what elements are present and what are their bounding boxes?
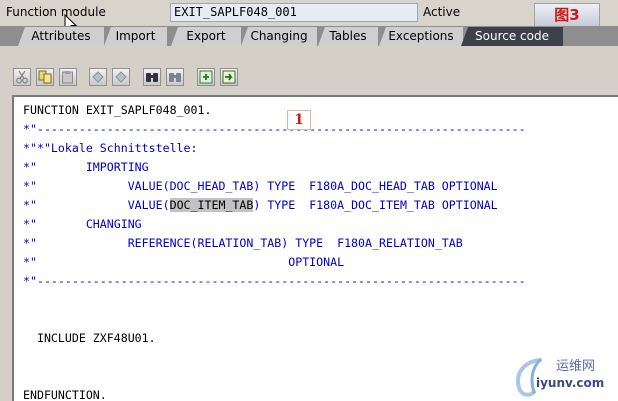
- function-module-header: Function module EXIT_SAPLF048_001 Active: [0, 0, 618, 26]
- code-line-doc-item-tab: *" VALUE(DOC_ITEM_TAB) TYPE F180A_DOC_IT…: [23, 198, 498, 213]
- tab-label: Export: [186, 29, 226, 43]
- find-next-button[interactable]: [166, 68, 184, 86]
- pattern-icon: [222, 70, 236, 84]
- code-line-relation-tab: *" REFERENCE(RELATION_TAB) TYPE F180A_RE…: [23, 236, 463, 250]
- tab-attributes[interactable]: Attributes: [18, 27, 104, 46]
- tab-label: Changing: [250, 29, 308, 43]
- find-button[interactable]: [143, 68, 161, 86]
- find-next-icon: [169, 73, 181, 82]
- code-line-importing: *" IMPORTING: [23, 160, 149, 174]
- tab-tables[interactable]: Tables: [318, 27, 378, 46]
- figure-label: 图3: [534, 3, 600, 28]
- tab-strip: Attributes Import Export Changing Tables…: [0, 26, 618, 46]
- tab-label: Import: [115, 29, 156, 43]
- undo-button[interactable]: [89, 68, 107, 86]
- code-line-separator: *"--------------------------------------…: [23, 122, 526, 136]
- watermark-text-top: 运维网: [556, 359, 596, 374]
- paste-icon: [62, 71, 73, 84]
- code-line-changing: *" CHANGING: [23, 217, 142, 231]
- annotation-marker: 1: [287, 110, 311, 130]
- status-label: Active: [423, 5, 461, 19]
- copy-button[interactable]: [36, 68, 54, 86]
- watermark-logo: 运维网 iyunv.com: [508, 352, 618, 401]
- function-module-field[interactable]: EXIT_SAPLF048_001: [170, 3, 418, 22]
- code-text: ) TYPE F180A_DOC_ITEM_TAB OPTIONAL: [253, 198, 498, 212]
- code-line-doc-head-tab: *" VALUE(DOC_HEAD_TAB) TYPE F180A_DOC_HE…: [23, 179, 498, 193]
- editor-toolbar: [0, 46, 618, 96]
- code-line-separator-end: *"--------------------------------------…: [23, 274, 526, 288]
- binoculars-icon: [146, 73, 158, 82]
- pattern-button[interactable]: [220, 68, 238, 86]
- tab-export[interactable]: Export: [171, 27, 241, 46]
- code-line-interface-comment: *"*"Lokale Schnittstelle:: [23, 141, 198, 155]
- copy-icon: [38, 70, 52, 84]
- code-text: *" VALUE(: [23, 198, 170, 212]
- insert-statement-icon: [199, 70, 213, 84]
- insert-statement-button[interactable]: [197, 68, 215, 86]
- tab-changing[interactable]: Changing: [241, 27, 317, 46]
- undo-icon: [92, 71, 104, 83]
- code-line-include: INCLUDE ZXF48U01.: [23, 331, 156, 345]
- cut-icon: [16, 70, 28, 84]
- tab-label: Attributes: [31, 29, 91, 43]
- highlighted-selection: DOC_ITEM_TAB: [169, 198, 254, 212]
- code-line-function: FUNCTION EXIT_SAPLF048_001.: [23, 103, 212, 117]
- code-line-endfunction: ENDFUNCTION.: [23, 388, 107, 401]
- tab-label: Exceptions: [388, 29, 454, 43]
- redo-icon: [115, 71, 127, 83]
- tab-exceptions[interactable]: Exceptions: [379, 27, 463, 46]
- code-line-optional: *" OPTIONAL: [23, 255, 345, 269]
- function-module-label: Function module: [6, 5, 106, 19]
- redo-button[interactable]: [112, 68, 130, 86]
- paste-button[interactable]: [59, 68, 77, 86]
- watermark-text-bottom: iyunv.com: [536, 376, 605, 390]
- tab-source-code[interactable]: Source code: [461, 27, 563, 46]
- tab-import[interactable]: Import: [104, 27, 167, 46]
- tab-label: Source code: [475, 29, 549, 43]
- tab-label: Tables: [329, 29, 367, 43]
- cut-button[interactable]: [13, 68, 31, 86]
